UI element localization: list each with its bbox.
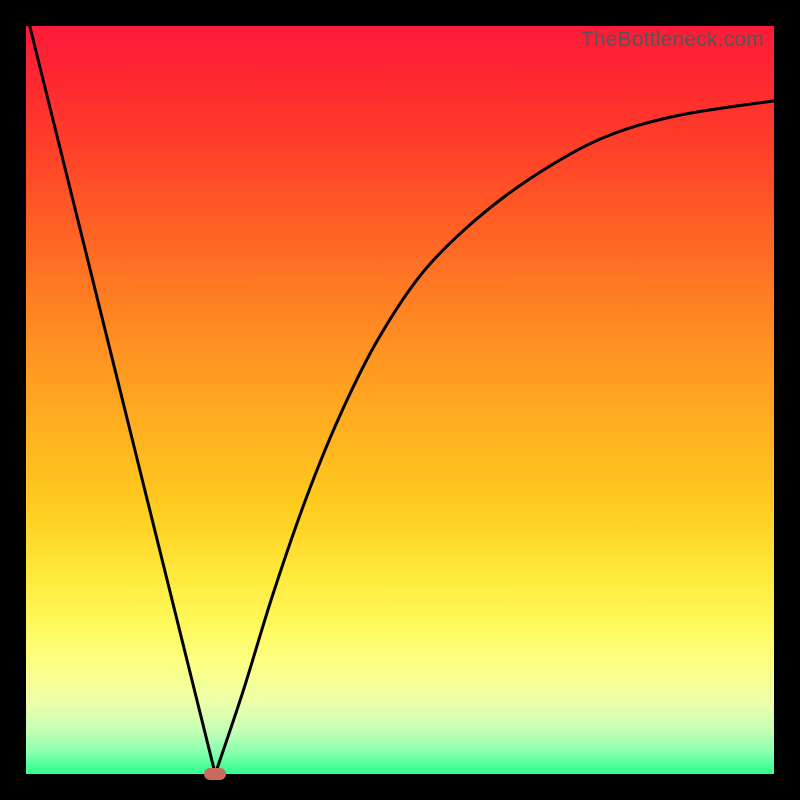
curve-path bbox=[30, 26, 774, 774]
bottleneck-curve bbox=[26, 26, 774, 774]
min-marker bbox=[204, 768, 226, 780]
chart-frame: TheBottleneck.com bbox=[0, 0, 800, 800]
watermark-text: TheBottleneck.com bbox=[581, 28, 764, 52]
plot-area: TheBottleneck.com bbox=[26, 26, 774, 774]
